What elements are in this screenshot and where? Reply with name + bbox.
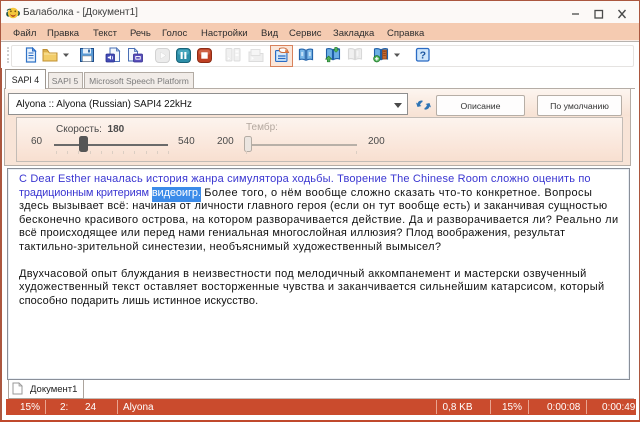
svg-text:?: ?	[420, 50, 426, 62]
